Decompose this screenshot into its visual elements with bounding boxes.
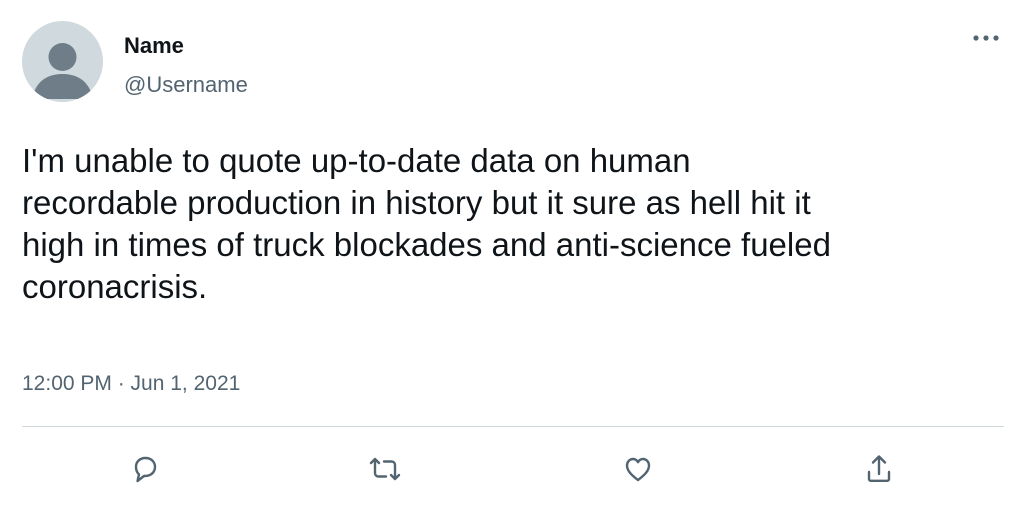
retweet-icon: [369, 457, 401, 481]
reply-icon: [134, 456, 157, 483]
author-handle[interactable]: @Username: [124, 72, 248, 98]
author-name[interactable]: Name: [124, 33, 184, 59]
like-button[interactable]: [615, 446, 661, 492]
tweet-timestamp[interactable]: 12:00 PM · Jun 1, 2021: [22, 371, 240, 397]
share-button[interactable]: [856, 446, 902, 492]
reply-button[interactable]: [122, 446, 168, 492]
tweet-text: I'm unable to quote up-to-date data on h…: [22, 142, 831, 305]
action-bar: [0, 446, 1024, 492]
more-options-icon: [973, 35, 999, 41]
tweet-card: Name @Username I'm unable to quote up-to…: [0, 0, 1024, 531]
retweet-button[interactable]: [362, 446, 408, 492]
more-options-button[interactable]: [968, 26, 1004, 50]
like-icon: [625, 457, 651, 482]
default-avatar-icon: [32, 43, 93, 99]
divider: [22, 426, 1004, 427]
share-icon: [867, 455, 891, 482]
avatar[interactable]: [22, 21, 103, 102]
